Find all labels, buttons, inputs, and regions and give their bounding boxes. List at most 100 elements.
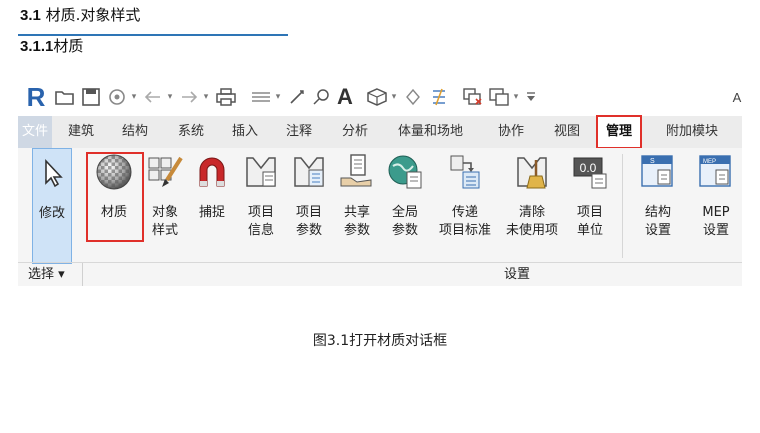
project-units-icon: 0.0 xyxy=(570,152,610,192)
purge-unused-label-line2: 未使用项 xyxy=(505,223,558,238)
panel-separator xyxy=(622,154,623,258)
figure-caption: 图3.1打开材质对话框 xyxy=(312,333,448,349)
purge-unused-label-line1: 清除 xyxy=(518,205,545,220)
tab-annotate[interactable]: 注释 xyxy=(286,116,312,148)
shared-parameters-icon xyxy=(337,152,377,192)
globe-parameters-icon xyxy=(385,152,425,192)
sync-icon[interactable] xyxy=(106,84,128,110)
structural-settings-label: 结构 设置 xyxy=(632,204,684,240)
tab-analyze[interactable]: 分析 xyxy=(342,116,368,148)
subsection-heading: 3.1.1材质 xyxy=(20,36,83,57)
tab-view[interactable]: 视图 xyxy=(554,116,580,148)
project-info-icon xyxy=(241,152,281,192)
project-information-button[interactable]: 项目 信息 xyxy=(240,148,282,264)
tab-systems[interactable]: 系统 xyxy=(178,116,204,148)
transfer-project-standards-button[interactable]: 传递 项目标准 xyxy=(430,148,500,264)
transfer-project-standards-label-line2: 项目标准 xyxy=(438,223,491,238)
project-parameters-icon xyxy=(289,152,329,192)
section-heading-text: 材质.对象样式 xyxy=(40,6,141,24)
undo-dropdown-icon[interactable]: ▾ xyxy=(164,84,176,110)
project-information-label-line1: 项目 xyxy=(247,205,274,220)
svg-text:S: S xyxy=(650,158,655,165)
tab-add-ins[interactable]: 附加模块 xyxy=(666,116,718,148)
section-icon[interactable] xyxy=(402,84,424,110)
project-information-label-line2: 信息 xyxy=(247,223,274,238)
measure-icon[interactable] xyxy=(250,84,272,110)
footer-divider xyxy=(82,263,83,286)
shared-parameters-label: 共享 参数 xyxy=(336,204,378,240)
project-information-label: 项目 信息 xyxy=(240,204,282,240)
thin-lines-icon[interactable] xyxy=(428,84,450,110)
project-units-label: 项目 单位 xyxy=(568,204,612,240)
mep-settings-label-line2: 设置 xyxy=(702,223,729,238)
section-heading: 3.1 材质.对象样式 xyxy=(20,6,140,25)
3d-view-dropdown-icon[interactable]: ▾ xyxy=(388,84,400,110)
snaps-label: 捕捉 xyxy=(198,205,225,220)
mep-settings-button[interactable]: MEP MEP 设置 xyxy=(690,148,742,264)
section-heading-number: 3.1 xyxy=(20,7,41,24)
purge-unused-label: 清除 未使用项 xyxy=(502,204,562,240)
transfer-project-standards-label-line1: 传递 xyxy=(451,205,478,220)
select-panel-dropdown[interactable]: 选择 ▾ xyxy=(28,263,65,286)
customize-qat-icon[interactable] xyxy=(524,84,538,110)
purge-unused-button[interactable]: 清除 未使用项 xyxy=(502,148,562,264)
global-parameters-button[interactable]: 全局 参数 xyxy=(384,148,426,264)
switch-windows-dropdown-icon[interactable]: ▾ xyxy=(510,84,522,110)
aligned-dimension-icon[interactable] xyxy=(286,84,308,110)
open-folder-icon[interactable] xyxy=(54,84,76,110)
project-units-button[interactable]: 0.0 项目 单位 xyxy=(568,148,612,264)
tab-file[interactable]: 文件 xyxy=(18,116,53,148)
mep-settings-icon: MEP xyxy=(696,152,736,192)
settings-panel-title: 设置 xyxy=(504,267,531,282)
tab-structure[interactable]: 结构 xyxy=(122,116,148,148)
tab-manage[interactable]: 管理 xyxy=(596,115,643,149)
project-parameters-label-line2: 参数 xyxy=(295,223,322,238)
project-parameters-button[interactable]: 项目 参数 xyxy=(288,148,330,264)
transfer-standards-icon xyxy=(445,152,485,192)
global-parameters-label: 全局 参数 xyxy=(384,204,426,240)
tab-architecture[interactable]: 建筑 xyxy=(68,116,94,148)
default-3d-view-icon[interactable] xyxy=(366,84,388,110)
project-parameters-label-line1: 项目 xyxy=(295,205,322,220)
switch-windows-icon[interactable] xyxy=(488,84,510,110)
project-units-icon-text: 0.0 xyxy=(580,161,597,175)
subsection-heading-text: 材质 xyxy=(53,37,84,55)
tab-massing-and-site[interactable]: 体量和场地 xyxy=(398,116,463,148)
purge-broom-icon xyxy=(512,152,552,192)
save-icon[interactable] xyxy=(80,84,102,110)
mep-settings-label-line1: MEP xyxy=(702,205,730,220)
project-parameters-label: 项目 参数 xyxy=(288,204,330,240)
revit-ribbon-screenshot: R ▾ ▾ ▾ ▾ A ▾ ▾ A 文件 建筑 结构 系统 插入 注释 分析 体… xyxy=(18,78,742,286)
project-units-label-line2: 单位 xyxy=(576,223,603,238)
modify-button[interactable]: 修改 xyxy=(32,148,72,264)
close-hidden-windows-icon[interactable] xyxy=(462,84,484,110)
tab-collaborate[interactable]: 协作 xyxy=(498,116,524,148)
tab-insert[interactable]: 插入 xyxy=(232,116,258,148)
undo-icon[interactable] xyxy=(142,84,164,110)
object-styles-button[interactable]: 对象 样式 xyxy=(142,148,188,264)
mep-icon-text: MEP xyxy=(703,159,716,165)
structural-settings-button[interactable]: S 结构 设置 xyxy=(632,148,684,264)
global-parameters-label-line2: 参数 xyxy=(391,223,418,238)
quick-access-toolbar: R ▾ ▾ ▾ ▾ A ▾ ▾ A xyxy=(18,78,742,116)
manage-ribbon-panel: 修改 材质 对象 样式 捕捉 项目 信息 项目 参数 共享 参数 全局 参数 传… xyxy=(18,148,742,286)
transfer-project-standards-label: 传递 项目标准 xyxy=(430,204,500,240)
magnet-icon xyxy=(192,152,232,192)
tag-icon[interactable] xyxy=(310,84,332,110)
object-styles-brush-icon xyxy=(145,152,185,192)
project-units-label-line1: 项目 xyxy=(576,205,603,220)
modify-label: 修改 xyxy=(38,206,65,221)
shared-parameters-label-line2: 参数 xyxy=(343,223,370,238)
print-icon[interactable] xyxy=(214,84,238,110)
redo-icon[interactable] xyxy=(178,84,200,110)
shared-parameters-button[interactable]: 共享 参数 xyxy=(336,148,378,264)
select-arrow-icon xyxy=(32,153,72,193)
redo-dropdown-icon[interactable]: ▾ xyxy=(200,84,212,110)
subsection-heading-number: 3.1.1 xyxy=(20,38,54,55)
text-tool-icon[interactable]: A xyxy=(334,84,356,110)
revit-logo-icon[interactable]: R xyxy=(24,82,48,112)
materials-highlight-box xyxy=(86,152,144,242)
measure-dropdown-icon[interactable]: ▾ xyxy=(272,84,284,110)
sync-dropdown-icon[interactable]: ▾ xyxy=(128,84,140,110)
snaps-button[interactable]: 捕捉 xyxy=(192,148,232,264)
